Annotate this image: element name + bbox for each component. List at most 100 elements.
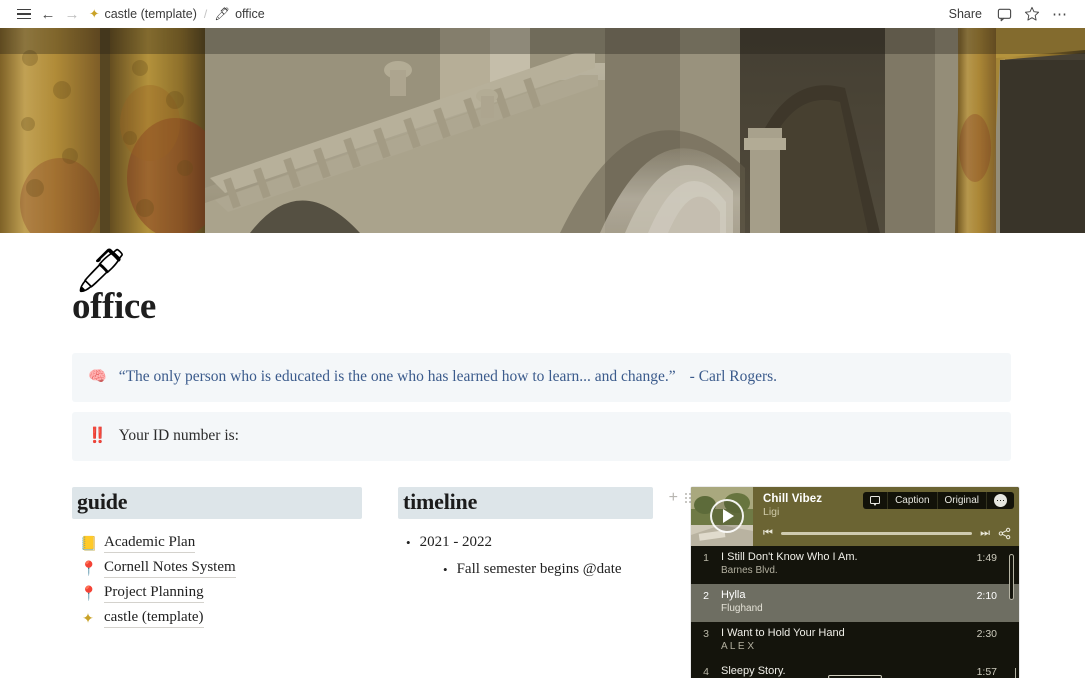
track-name: I Still Don't Know Who I Am. <box>721 551 977 563</box>
track-duration: 1:57 <box>977 665 997 678</box>
resize-handle[interactable] <box>1002 668 1016 678</box>
nav-left-group: ← → ✦ castle (template) / 🖊 office <box>12 3 270 25</box>
back-button[interactable]: ← <box>36 3 60 25</box>
breadcrumb-label: castle (template) <box>104 7 196 21</box>
caption-toggle-button[interactable]: Caption <box>888 492 937 509</box>
closed-caption-button[interactable] <box>863 492 888 509</box>
pin-icon: 📍 <box>80 586 96 600</box>
timeline-heading[interactable]: timeline <box>398 487 653 519</box>
arrow-right-icon: → <box>65 7 80 22</box>
timeline-bullet-list: • 2021 - 2022 • Fall semester begins @da… <box>398 531 653 582</box>
sidebar-toggle-button[interactable] <box>12 3 36 25</box>
timeline-item-year[interactable]: • 2021 - 2022 <box>398 531 653 555</box>
callout-id-text: Your ID number is: <box>119 426 239 447</box>
track-duration: 1:49 <box>977 551 997 564</box>
breadcrumb-separator: / <box>202 7 209 21</box>
favorite-button[interactable] <box>1019 3 1045 25</box>
forward-button[interactable]: → <box>60 3 84 25</box>
guide-link-label: castle (template) <box>104 609 204 628</box>
share-icon[interactable] <box>998 527 1011 540</box>
track-info: I Want to Hold Your Hand A L E X <box>721 627 977 652</box>
page-title[interactable]: office <box>72 285 1013 328</box>
track-info: I Still Don't Know Who I Am. Barnes Blvd… <box>721 551 977 576</box>
page-content: office 🧠 “The only person who is educate… <box>0 285 1085 678</box>
guide-link-project-planning[interactable]: 📍 Project Planning <box>72 581 362 606</box>
pin-icon: 📍 <box>80 561 96 575</box>
track-number: 3 <box>691 627 721 640</box>
track-name: Hylla <box>721 589 977 601</box>
breadcrumb-label: office <box>235 7 265 21</box>
more-options-button[interactable]: ⋯ <box>1047 3 1073 25</box>
player-seek-row: ⏮ ⏭ <box>763 527 1011 540</box>
page-cover-image[interactable] <box>0 28 1085 233</box>
timeline-item-label: 2021 - 2022 <box>420 534 493 551</box>
previous-track-icon[interactable]: ⏮ <box>763 528 773 539</box>
track-name: I Want to Hold Your Hand <box>721 627 977 639</box>
track-number: 4 <box>691 665 721 678</box>
hamburger-icon <box>17 9 31 19</box>
player-more-button[interactable]: ⋯ <box>987 492 1014 509</box>
guide-link-label: Academic Plan <box>104 534 195 553</box>
track-artist: Flughand <box>721 603 977 614</box>
more-options-icon: ⋯ <box>1052 10 1068 19</box>
guide-heading[interactable]: guide <box>72 487 362 519</box>
double-exclamation-icon: ‼️ <box>88 426 107 446</box>
callout-id-number[interactable]: ‼️ Your ID number is: <box>72 412 1011 461</box>
guide-link-cornell-notes[interactable]: 📍 Cornell Notes System <box>72 556 362 581</box>
guide-link-castle-template[interactable]: ✦ castle (template) <box>72 606 362 631</box>
play-icon <box>723 509 734 523</box>
guide-link-label: Project Planning <box>104 584 204 603</box>
breadcrumb-item-office[interactable]: 🖊 office <box>209 5 270 23</box>
player-thumbnail[interactable] <box>691 487 753 546</box>
comment-icon <box>997 7 1012 22</box>
column-layout: guide 📒 Academic Plan 📍 Cornell Notes Sy… <box>72 487 1013 678</box>
play-button[interactable] <box>710 499 744 533</box>
cover-artwork <box>0 28 1085 233</box>
castle-icon: ✦ <box>89 8 99 21</box>
page-body: 🖊 office 🧠 “The only person who is educa… <box>0 285 1085 678</box>
nav-right-group: Share ⋯ <box>942 3 1073 25</box>
track-artist: A L E X <box>721 641 977 652</box>
bullet-icon: • <box>406 534 411 552</box>
plus-icon[interactable]: + <box>669 490 678 506</box>
column-timeline: timeline + • 2021 - 2022 • Fall semester… <box>398 487 653 582</box>
timeline-subitem-label: Fall semester begins @date <box>457 561 622 578</box>
quote-attribution: - Carl Rogers. <box>676 368 777 385</box>
guide-link-label: Cornell Notes System <box>104 559 236 578</box>
column-guide: guide 📒 Academic Plan 📍 Cornell Notes Sy… <box>72 487 362 631</box>
seek-slider[interactable] <box>781 532 972 535</box>
next-track-icon[interactable]: ⏭ <box>980 528 990 539</box>
closed-caption-icon <box>870 496 880 504</box>
track-number: 1 <box>691 551 721 564</box>
track-duration: 2:10 <box>977 589 997 602</box>
top-navigation-bar: ← → ✦ castle (template) / 🖊 office Share <box>0 0 1085 28</box>
pen-icon: 🖊 <box>214 8 230 21</box>
notebook-icon: 📒 <box>80 536 96 550</box>
callout-quote-body: “The only person who is educated is the … <box>119 367 777 388</box>
player-info: Chill Vibez Ligi Caption Original ⋯ <box>753 487 1019 546</box>
track-number: 2 <box>691 589 721 602</box>
column-media: Chill Vibez Ligi Caption Original ⋯ <box>691 487 1019 678</box>
guide-link-academic-plan[interactable]: 📒 Academic Plan <box>72 531 362 556</box>
callout-quote[interactable]: 🧠 “The only person who is educated is th… <box>72 353 1011 402</box>
timeline-subitem-fall[interactable]: • Fall semester begins @date <box>435 558 653 582</box>
track-row[interactable]: 1 I Still Don't Know Who I Am. Barnes Bl… <box>691 546 1019 584</box>
more-options-icon: ⋯ <box>994 494 1007 507</box>
timeline-block-controls: + <box>669 490 691 506</box>
castle-icon: ✦ <box>80 611 96 625</box>
track-row[interactable]: 2 Hylla Flughand 2:10 <box>691 584 1019 622</box>
arrow-left-icon: ← <box>41 7 56 22</box>
tracklist-scrollbar[interactable] <box>1009 554 1014 600</box>
music-player-embed[interactable]: Chill Vibez Ligi Caption Original ⋯ <box>691 487 1019 678</box>
original-toggle-button[interactable]: Original <box>938 492 987 509</box>
player-control-group: Caption Original ⋯ <box>863 492 1014 509</box>
share-button[interactable]: Share <box>942 4 989 24</box>
brain-icon: 🧠 <box>88 367 107 387</box>
track-info: Hylla Flughand <box>721 589 977 614</box>
track-duration: 2:30 <box>977 627 997 640</box>
comments-button[interactable] <box>991 3 1017 25</box>
page-icon[interactable]: 🖊 <box>74 250 129 293</box>
breadcrumb-item-castle-template[interactable]: ✦ castle (template) <box>84 5 202 23</box>
track-row[interactable]: 3 I Want to Hold Your Hand A L E X 2:30 <box>691 622 1019 660</box>
player-tracklist: 1 I Still Don't Know Who I Am. Barnes Bl… <box>691 546 1019 678</box>
